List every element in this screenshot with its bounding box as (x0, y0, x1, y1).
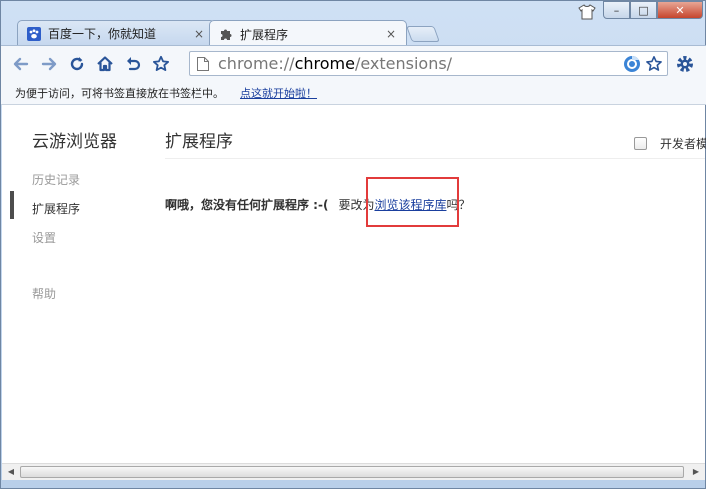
developer-mode-toggle[interactable]: 开发者模式 (634, 135, 706, 152)
minimize-button[interactable]: – (603, 1, 630, 19)
selected-marker (10, 191, 14, 219)
developer-mode-checkbox[interactable] (634, 137, 647, 150)
browser-logo-icon[interactable] (623, 55, 641, 77)
reload-icon[interactable] (63, 50, 91, 78)
empty-message-text: 啊哦，您没有任何扩展程序 :-( (165, 198, 329, 212)
puzzle-icon (218, 26, 234, 42)
tab-close-icon[interactable]: × (384, 27, 398, 41)
page-icon (196, 56, 212, 72)
highlight-box (366, 177, 459, 227)
scroll-thumb[interactable] (20, 466, 684, 478)
sidebar-item-extensions[interactable]: 扩展程序 (32, 200, 80, 217)
sidebar-item-history[interactable]: 历史记录 (32, 171, 80, 188)
tab-strip: 百度一下，你就知道 × 扩展程序 × – □ ✕ (1, 1, 706, 47)
tab-title: 百度一下，你就知道 (48, 27, 157, 41)
close-window-button[interactable]: ✕ (657, 1, 703, 19)
tab-extensions[interactable]: 扩展程序 × (209, 20, 407, 47)
bookmark-star-icon[interactable] (645, 55, 663, 77)
divider (165, 158, 705, 159)
star-icon[interactable] (147, 50, 175, 78)
back-arrow-icon[interactable] (7, 50, 35, 78)
new-tab-button[interactable] (406, 26, 440, 42)
sidebar: 云游浏览器 历史记录 扩展程序 设置 帮助 (2, 105, 152, 463)
browser-window: 百度一下，你就知道 × 扩展程序 × – □ ✕ chrome://chrome… (0, 0, 706, 489)
maximize-button[interactable]: □ (630, 1, 657, 19)
tab-title: 扩展程序 (240, 27, 289, 42)
paw-icon (26, 26, 42, 42)
tab-baidu[interactable]: 百度一下，你就知道 × (17, 20, 215, 46)
horizontal-scrollbar[interactable]: ◀ ▶ (2, 463, 705, 480)
app-title: 云游浏览器 (32, 132, 117, 152)
profile-shirt-icon[interactable] (575, 1, 599, 23)
home-icon[interactable] (91, 50, 119, 78)
sidebar-item-settings[interactable]: 设置 (32, 229, 56, 246)
scroll-left-icon[interactable]: ◀ (5, 466, 17, 478)
settings-gear-icon[interactable] (675, 54, 695, 77)
page-content: 云游浏览器 历史记录 扩展程序 设置 帮助 扩展程序 开发者模式 啊哦，您没有任… (2, 105, 706, 463)
undo-icon[interactable] (119, 50, 147, 78)
tab-close-icon[interactable]: × (192, 27, 206, 41)
toolbar: chrome://chrome/extensions/ (1, 45, 706, 81)
url-text: chrome://chrome/extensions/ (218, 54, 453, 73)
bookmarks-start-link[interactable]: 点这就开始啦！ (240, 85, 317, 101)
address-bar[interactable]: chrome://chrome/extensions/ (189, 51, 668, 76)
developer-mode-label: 开发者模式 (660, 137, 706, 151)
bookmarks-hint: 为便于访问，可将书签直接放在书签栏中。 (15, 86, 224, 100)
window-controls: – □ ✕ (575, 1, 703, 23)
page-title: 扩展程序 (165, 132, 233, 152)
bookmarks-bar: 为便于访问，可将书签直接放在书签栏中。 点这就开始啦！ (1, 81, 706, 105)
scroll-right-icon[interactable]: ▶ (690, 466, 702, 478)
forward-arrow-icon[interactable] (35, 50, 63, 78)
sidebar-item-help[interactable]: 帮助 (32, 285, 56, 302)
